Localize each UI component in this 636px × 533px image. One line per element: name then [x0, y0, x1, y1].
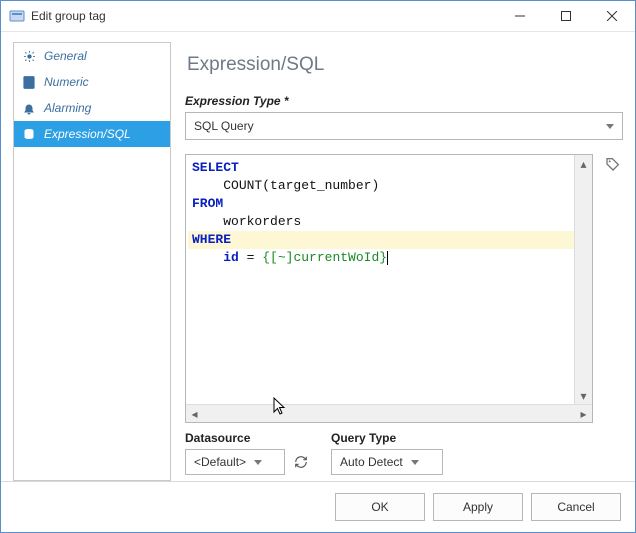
query-type-label: Query Type — [331, 431, 443, 445]
scroll-right-icon[interactable]: ▸ — [575, 405, 592, 422]
refresh-datasource-button[interactable] — [291, 450, 311, 474]
expression-type-label: Expression Type * — [185, 94, 623, 108]
main-panel: Expression/SQL Expression Type * SQL Que… — [185, 42, 623, 481]
query-type-value: Auto Detect — [340, 455, 403, 469]
datasource-label: Datasource — [185, 431, 311, 445]
cancel-button[interactable]: Cancel — [531, 493, 621, 521]
sidebar-item-label: Expression/SQL — [44, 127, 131, 141]
app-icon — [9, 8, 25, 24]
bell-icon — [22, 101, 36, 115]
sidebar-item-label: Numeric — [44, 75, 89, 89]
dialog-window: Edit group tag General — [0, 0, 636, 533]
chevron-down-icon — [606, 124, 614, 129]
sql-code[interactable]: SELECT COUNT(target_number) FROM workord… — [186, 155, 574, 404]
sidebar-item-label: Alarming — [44, 101, 91, 115]
expression-type-value: SQL Query — [194, 119, 254, 133]
scroll-down-icon[interactable]: ▾ — [575, 387, 592, 404]
gear-icon — [22, 49, 36, 63]
maximize-button[interactable] — [543, 1, 589, 31]
query-type-select[interactable]: Auto Detect — [331, 449, 443, 475]
panel-title: Expression/SQL — [185, 42, 623, 94]
insert-tag-button[interactable] — [603, 154, 623, 174]
editor-horizontal-scrollbar[interactable]: ◂ ▸ — [186, 404, 592, 422]
sidebar: General Numeric Alarming — [13, 42, 171, 481]
apply-button[interactable]: Apply — [433, 493, 523, 521]
scroll-up-icon[interactable]: ▴ — [575, 155, 592, 172]
sidebar-item-expression-sql[interactable]: Expression/SQL — [14, 121, 170, 147]
titlebar: Edit group tag — [1, 1, 635, 32]
sql-editor[interactable]: SELECT COUNT(target_number) FROM workord… — [185, 154, 593, 423]
ok-button[interactable]: OK — [335, 493, 425, 521]
close-button[interactable] — [589, 1, 635, 31]
expression-type-select[interactable]: SQL Query — [185, 112, 623, 140]
chevron-down-icon — [254, 460, 262, 465]
database-icon — [22, 127, 36, 141]
chevron-down-icon — [411, 460, 419, 465]
scroll-left-icon[interactable]: ◂ — [186, 405, 203, 422]
sidebar-item-general[interactable]: General — [14, 43, 170, 69]
datasource-value: <Default> — [194, 455, 246, 469]
window-title: Edit group tag — [31, 9, 106, 23]
minimize-button[interactable] — [497, 1, 543, 31]
dialog-footer: OK Apply Cancel — [1, 481, 635, 532]
sidebar-item-numeric[interactable]: Numeric — [14, 69, 170, 95]
datasource-select[interactable]: <Default> — [185, 449, 285, 475]
sidebar-item-label: General — [44, 49, 87, 63]
calculator-icon — [22, 75, 36, 89]
editor-vertical-scrollbar[interactable]: ▴ ▾ — [574, 155, 592, 404]
sidebar-item-alarming[interactable]: Alarming — [14, 95, 170, 121]
